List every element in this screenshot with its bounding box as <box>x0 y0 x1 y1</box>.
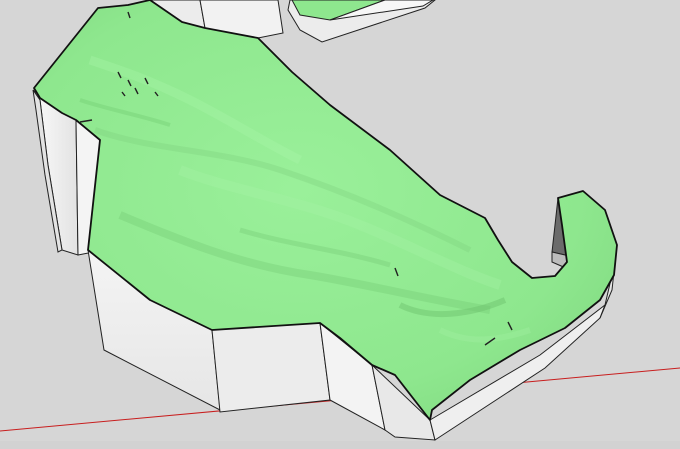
viewport-bottom-edge <box>0 441 680 449</box>
viewport-canvas <box>0 0 680 449</box>
3d-model-viewport[interactable] <box>0 0 680 449</box>
